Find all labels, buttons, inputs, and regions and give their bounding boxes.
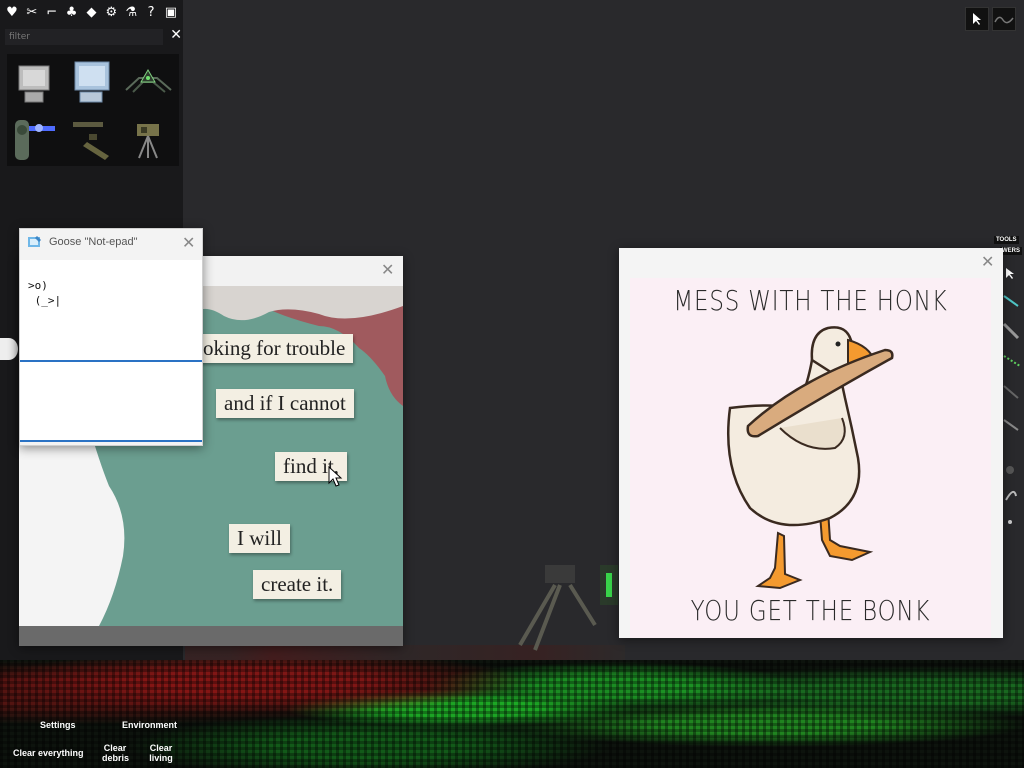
item-tripod-camera[interactable] [121, 112, 175, 166]
save-icon[interactable]: ▣ [162, 0, 180, 26]
computer-icon [18, 65, 50, 103]
flask-icon[interactable]: ⚗ [122, 0, 140, 26]
spider-robot-icon [125, 69, 172, 93]
notepad-lower-pane[interactable] [20, 362, 202, 442]
notepad-text-area[interactable]: >o) (_>| [20, 260, 202, 362]
poem-line-5: create it. [253, 570, 342, 599]
clear-everything-button[interactable]: Clear everything [13, 748, 84, 758]
poem-close-button[interactable]: ✕ [381, 262, 394, 278]
tools-tab[interactable]: TOOLS [994, 236, 1019, 244]
white-object [0, 338, 18, 360]
drag-tool-button[interactable] [992, 7, 1016, 31]
mouse-cursor-icon [328, 466, 343, 487]
clear-living-button[interactable]: Clear living [148, 743, 174, 763]
tripod-icon [137, 124, 159, 159]
cursor-icon [973, 13, 981, 25]
wrench-icon[interactable]: ✂ [23, 0, 41, 26]
heart-icon[interactable]: ♥ [3, 0, 21, 26]
filter-clear-button[interactable]: ✕ [170, 27, 182, 43]
help-icon[interactable]: ? [142, 0, 160, 26]
laser-icon [15, 120, 55, 160]
goose-notepad-window[interactable]: Goose "Not-epad" ✕ >o) (_>| [19, 228, 203, 446]
notepad-icon [28, 236, 41, 247]
meme-bottom-text: YOU GET THE BONK [690, 594, 931, 627]
gear-icon[interactable]: ⚙ [102, 0, 120, 26]
clear-debris-button[interactable]: Clear debris [102, 743, 129, 763]
powers-tab[interactable]: WERS [1000, 247, 1022, 255]
item-computer-old[interactable] [9, 56, 63, 110]
robot-walker-sprite [518, 565, 618, 651]
goose-with-bat-illustration [727, 326, 894, 590]
drag-wave-icon [994, 16, 1014, 24]
vehicle-icon[interactable]: ◆ [82, 0, 100, 26]
right-tool-strip: TOOLS WERS [994, 230, 1024, 524]
notepad-close-button[interactable]: ✕ [182, 235, 195, 251]
filter-row: ✕ [5, 27, 182, 45]
item-rifle-parts[interactable] [65, 112, 119, 166]
tool-icons-column[interactable] [1000, 260, 1024, 530]
rifle-icon [73, 122, 109, 160]
poem-window-footer [19, 626, 403, 646]
poem-line-2: and if I cannot [216, 389, 354, 418]
goose-meme-image: MESS WITH THE HONK YOU GET THE BONK [630, 278, 991, 638]
category-toolbar: ♥ ✂ ⌐ ♣ ◆ ⚙ ⚗ ? ▣ [0, 0, 183, 26]
plant-icon[interactable]: ♣ [63, 0, 81, 26]
item-computer-new[interactable] [65, 56, 119, 110]
item-spider-bot[interactable] [121, 56, 175, 110]
goose-meme-window[interactable]: ✕ MESS WITH THE HONK YOU GET THE BONK [619, 248, 1003, 638]
item-grid [7, 54, 179, 166]
notepad-title: Goose "Not-epad" [49, 236, 138, 248]
select-tool-button[interactable] [965, 7, 989, 31]
meme-close-button[interactable]: ✕ [981, 254, 994, 270]
gun-icon[interactable]: ⌐ [43, 0, 61, 26]
environment-button[interactable]: Environment [122, 720, 177, 730]
monitor-icon [74, 61, 110, 103]
settings-button[interactable]: Settings [40, 720, 76, 730]
poem-line-1: oking for trouble [195, 334, 354, 363]
item-laser-turret[interactable] [9, 112, 63, 166]
poem-line-4: I will [229, 524, 290, 553]
filter-input[interactable] [5, 29, 163, 45]
